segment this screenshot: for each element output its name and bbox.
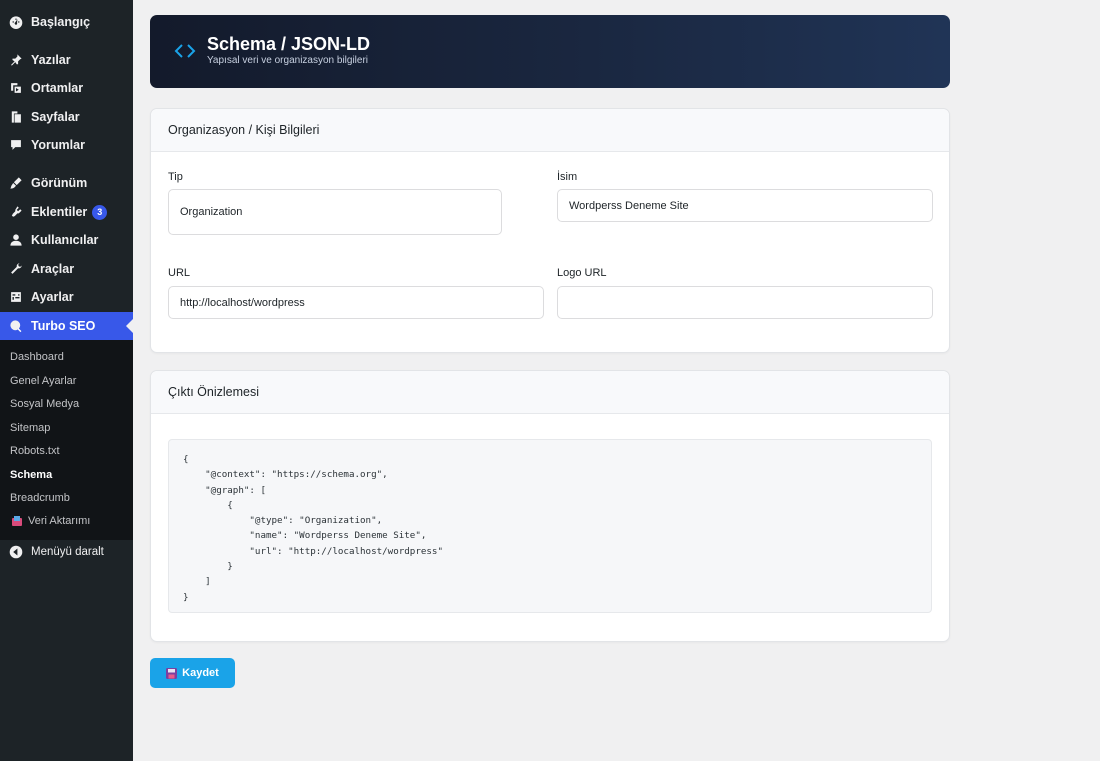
menu-item-label: Başlangıç bbox=[31, 15, 91, 29]
menu-item-label: Ayarlar bbox=[31, 290, 74, 304]
menu-item-label: Görünüm bbox=[31, 176, 88, 190]
menu-item-turbo-seo[interactable]: Turbo SEO bbox=[0, 312, 133, 340]
organization-card: Organizasyon / Kişi Bilgileri Tip İsim U… bbox=[150, 108, 950, 353]
comments-icon bbox=[9, 138, 23, 152]
menu-item-label: Araçlar bbox=[31, 262, 75, 276]
submenu-item-dashboard[interactable]: Dashboard bbox=[10, 351, 64, 363]
output-preview-title: Çıktı Önizlemesi bbox=[151, 371, 949, 414]
menu-item-label: Yorumlar bbox=[31, 138, 85, 152]
pin-icon bbox=[9, 53, 23, 67]
menu-item-users[interactable]: Kullanıcılar bbox=[0, 226, 133, 254]
tools-icon bbox=[9, 262, 23, 276]
inbox-icon bbox=[12, 516, 22, 526]
name-label: İsim bbox=[557, 171, 578, 183]
submenu-item-breadcrumb[interactable]: Breadcrumb bbox=[10, 492, 70, 504]
save-button[interactable]: Kaydet bbox=[150, 658, 235, 688]
media-icon bbox=[9, 81, 23, 95]
submenu-item-label: Veri Aktarımı bbox=[28, 515, 91, 527]
menu-item-media[interactable]: Ortamlar bbox=[0, 74, 133, 102]
page-title: Schema / JSON-LD bbox=[207, 34, 371, 54]
users-icon bbox=[9, 233, 23, 247]
submenu-item-sitemap[interactable]: Sitemap bbox=[10, 422, 50, 434]
menu-item-pages[interactable]: Sayfalar bbox=[0, 103, 133, 131]
output-preview-card: Çıktı Önizlemesi { "@context": "https://… bbox=[150, 370, 950, 642]
url-label: URL bbox=[168, 267, 191, 279]
url-input[interactable] bbox=[168, 286, 544, 319]
save-button-label: Kaydet bbox=[182, 667, 219, 679]
menu-item-comments[interactable]: Yorumlar bbox=[0, 131, 133, 159]
name-input[interactable] bbox=[557, 189, 933, 222]
type-label: Tip bbox=[168, 171, 183, 183]
update-count-badge: 3 bbox=[92, 204, 108, 220]
page-subtitle: Yapısal veri ve organizasyon bilgileri bbox=[207, 55, 369, 66]
json-ld-preview: { "@context": "https://schema.org", "@gr… bbox=[168, 439, 932, 613]
menu-item-plugins[interactable]: Eklentiler 3 bbox=[0, 198, 133, 226]
submenu-item-social-media[interactable]: Sosyal Medya bbox=[10, 398, 79, 410]
menu-item-settings[interactable]: Ayarlar bbox=[0, 283, 133, 311]
type-select[interactable] bbox=[168, 189, 502, 235]
page-header-banner: Schema / JSON-LD Yapısal veri ve organiz… bbox=[150, 15, 950, 88]
menu-item-dashboard[interactable]: Başlangıç bbox=[0, 8, 133, 36]
code-icon bbox=[174, 42, 196, 60]
collapse-arrow-icon bbox=[9, 545, 23, 559]
menu-item-label: Sayfalar bbox=[31, 110, 80, 124]
appearance-icon bbox=[9, 176, 23, 190]
submenu-item-data-transfer[interactable]: Veri Aktarımı bbox=[12, 515, 90, 527]
pages-icon bbox=[9, 110, 23, 124]
submenu-item-general-settings[interactable]: Genel Ayarlar bbox=[10, 375, 76, 387]
json-ld-code: { "@context": "https://schema.org", "@gr… bbox=[183, 454, 443, 603]
search-icon bbox=[9, 319, 23, 333]
plugins-icon bbox=[9, 205, 23, 219]
menu-item-label: Ortamlar bbox=[31, 81, 84, 95]
logo-url-label: Logo URL bbox=[557, 267, 607, 279]
collapse-label: Menüyü daralt bbox=[31, 546, 104, 558]
submenu-item-robots[interactable]: Robots.txt bbox=[10, 445, 60, 457]
menu-item-label: Eklentiler bbox=[31, 205, 88, 219]
admin-sidebar: Başlangıç Yazılar Ortamlar Sayfalar Yoru… bbox=[0, 0, 133, 761]
menu-item-label: Yazılar bbox=[31, 53, 71, 67]
organization-card-title: Organizasyon / Kişi Bilgileri bbox=[151, 109, 949, 152]
settings-icon bbox=[9, 290, 23, 304]
menu-item-label: Kullanıcılar bbox=[31, 233, 99, 247]
submenu-item-schema[interactable]: Schema bbox=[10, 469, 52, 481]
menu-item-appearance[interactable]: Görünüm bbox=[0, 169, 133, 197]
floppy-disk-icon bbox=[166, 667, 178, 679]
dashboard-icon bbox=[9, 15, 23, 29]
logo-url-input[interactable] bbox=[557, 286, 933, 319]
menu-item-tools[interactable]: Araçlar bbox=[0, 255, 133, 283]
menu-item-label: Turbo SEO bbox=[31, 319, 96, 333]
turbo-seo-submenu: Dashboard Genel Ayarlar Sosyal Medya Sit… bbox=[0, 340, 133, 540]
collapse-menu-button[interactable]: Menüyü daralt bbox=[0, 538, 133, 566]
menu-item-posts[interactable]: Yazılar bbox=[0, 46, 133, 74]
